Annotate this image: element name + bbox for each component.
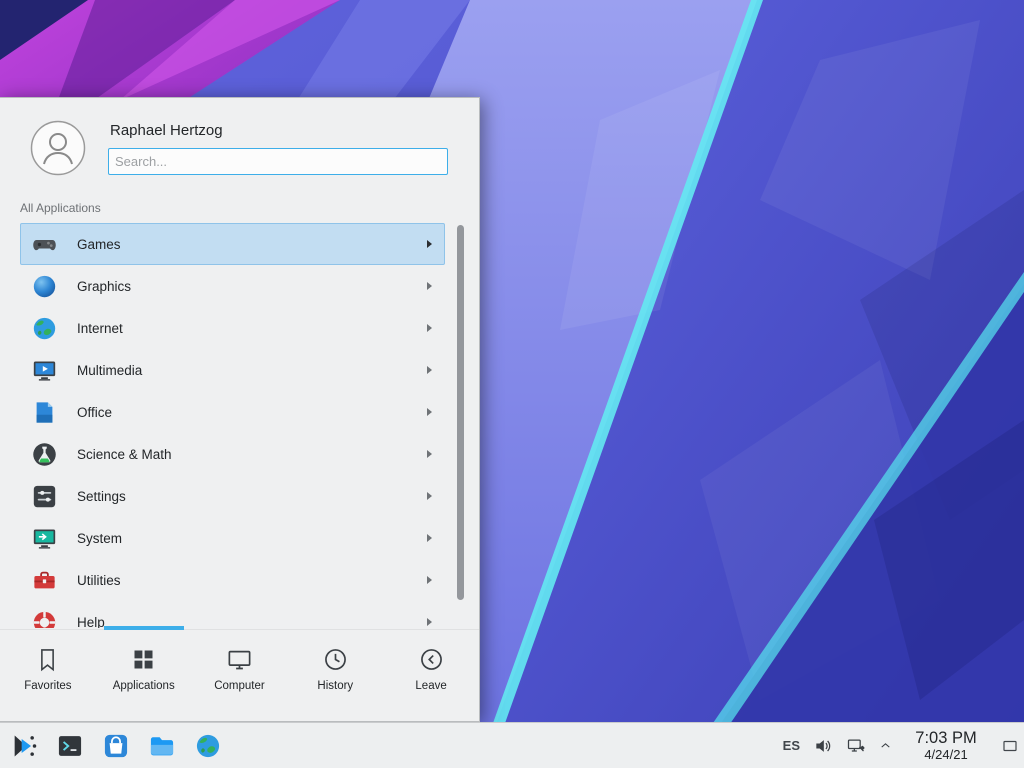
desktop: Raphael Hertzog All Applications Games Gr… (0, 0, 1024, 768)
globe-icon (31, 315, 58, 342)
utilities-toolbox-icon (31, 567, 58, 594)
tab-label: Computer (214, 680, 265, 692)
chevron-right-icon (427, 240, 432, 248)
expand-tray-caret-icon[interactable] (879, 739, 892, 752)
volume-icon[interactable] (813, 736, 833, 756)
tab-label: History (317, 680, 353, 692)
clock-date: 4/24/21 (905, 747, 987, 762)
category-label: System (77, 531, 122, 546)
category-item-graphics[interactable]: Graphics (20, 265, 445, 307)
category-item-settings[interactable]: Settings (20, 475, 445, 517)
taskbar-web-browser[interactable] (194, 732, 222, 760)
category-label: Science & Math (77, 447, 172, 462)
chevron-right-icon (427, 618, 432, 626)
system-tray: ES 7:03 PM 4/24/21 (783, 727, 1024, 765)
tab-applications[interactable]: Applications (96, 630, 192, 721)
tab-label: Favorites (24, 680, 71, 692)
taskbar-app-launcher[interactable] (10, 732, 38, 760)
chevron-right-icon (427, 408, 432, 416)
digital-clock[interactable]: 7:03 PM 4/24/21 (905, 729, 987, 762)
tab-leave[interactable]: Leave (383, 630, 479, 721)
category-item-help[interactable]: Help (20, 601, 445, 628)
user-avatar-icon[interactable] (30, 120, 86, 176)
chevron-right-icon (427, 450, 432, 458)
category-label: Utilities (77, 573, 121, 588)
category-label: Graphics (77, 279, 131, 294)
category-item-games[interactable]: Games (20, 223, 445, 265)
app-grid-icon (130, 646, 157, 673)
chevron-right-icon (427, 576, 432, 584)
launcher-tab-bar: Favorites Applications Computer History Leav… (0, 629, 479, 721)
user-name: Raphael Hertzog (110, 122, 223, 139)
browser-globe-icon (194, 747, 222, 764)
category-label: Help (77, 615, 105, 629)
keyboard-layout-indicator[interactable]: ES (783, 738, 800, 753)
taskbar-file-manager[interactable] (148, 732, 176, 760)
chevron-right-icon (427, 534, 432, 542)
chevron-right-icon (427, 366, 432, 374)
category-item-utilities[interactable]: Utilities (20, 559, 445, 601)
taskbar-terminal[interactable] (56, 732, 84, 760)
leave-icon (418, 646, 445, 673)
search-input[interactable] (108, 148, 448, 175)
application-launcher-menu: Raphael Hertzog All Applications Games Gr… (0, 97, 480, 722)
help-lifesaver-icon (31, 609, 58, 629)
folder-icon (148, 747, 176, 764)
category-label: Multimedia (77, 363, 142, 378)
tab-favorites[interactable]: Favorites (0, 630, 96, 721)
network-icon[interactable] (846, 736, 866, 756)
taskbar-app-icons (0, 732, 222, 760)
science-flask-icon (31, 441, 58, 468)
office-document-icon (31, 399, 58, 426)
bookmark-icon (34, 646, 61, 673)
chevron-right-icon (427, 492, 432, 500)
category-item-multimedia[interactable]: Multimedia (20, 349, 445, 391)
discover-icon (102, 747, 130, 764)
taskbar: ES 7:03 PM 4/24/21 (0, 722, 1024, 768)
tab-history[interactable]: History (287, 630, 383, 721)
category-label: Internet (77, 321, 123, 336)
computer-monitor-icon (226, 646, 253, 673)
tab-label: Applications (113, 680, 175, 692)
section-label: All Applications (20, 201, 101, 215)
category-label: Settings (77, 489, 126, 504)
taskbar-software-center[interactable] (102, 732, 130, 760)
category-item-system[interactable]: System (20, 517, 445, 559)
system-monitor-icon (31, 525, 58, 552)
chevron-right-icon (427, 324, 432, 332)
tab-computer[interactable]: Computer (192, 630, 288, 721)
multimedia-monitor-icon (31, 357, 58, 384)
category-item-internet[interactable]: Internet (20, 307, 445, 349)
clock-time: 7:03 PM (905, 729, 987, 747)
settings-sliders-icon (31, 483, 58, 510)
scrollbar[interactable] (457, 225, 464, 600)
history-clock-icon (322, 646, 349, 673)
category-item-office[interactable]: Office (20, 391, 445, 433)
graphics-orb-icon (31, 273, 58, 300)
category-label: Office (77, 405, 112, 420)
category-label: Games (77, 237, 121, 252)
terminal-icon (56, 747, 84, 764)
chevron-right-icon (427, 282, 432, 290)
tab-label: Leave (415, 680, 446, 692)
kickoff-icon (10, 747, 38, 764)
category-item-science-math[interactable]: Science & Math (20, 433, 445, 475)
show-desktop-button[interactable] (1000, 727, 1020, 765)
category-list: Games Graphics Internet Multimedia Office Sci… (20, 223, 445, 628)
gamepad-icon (31, 231, 58, 258)
